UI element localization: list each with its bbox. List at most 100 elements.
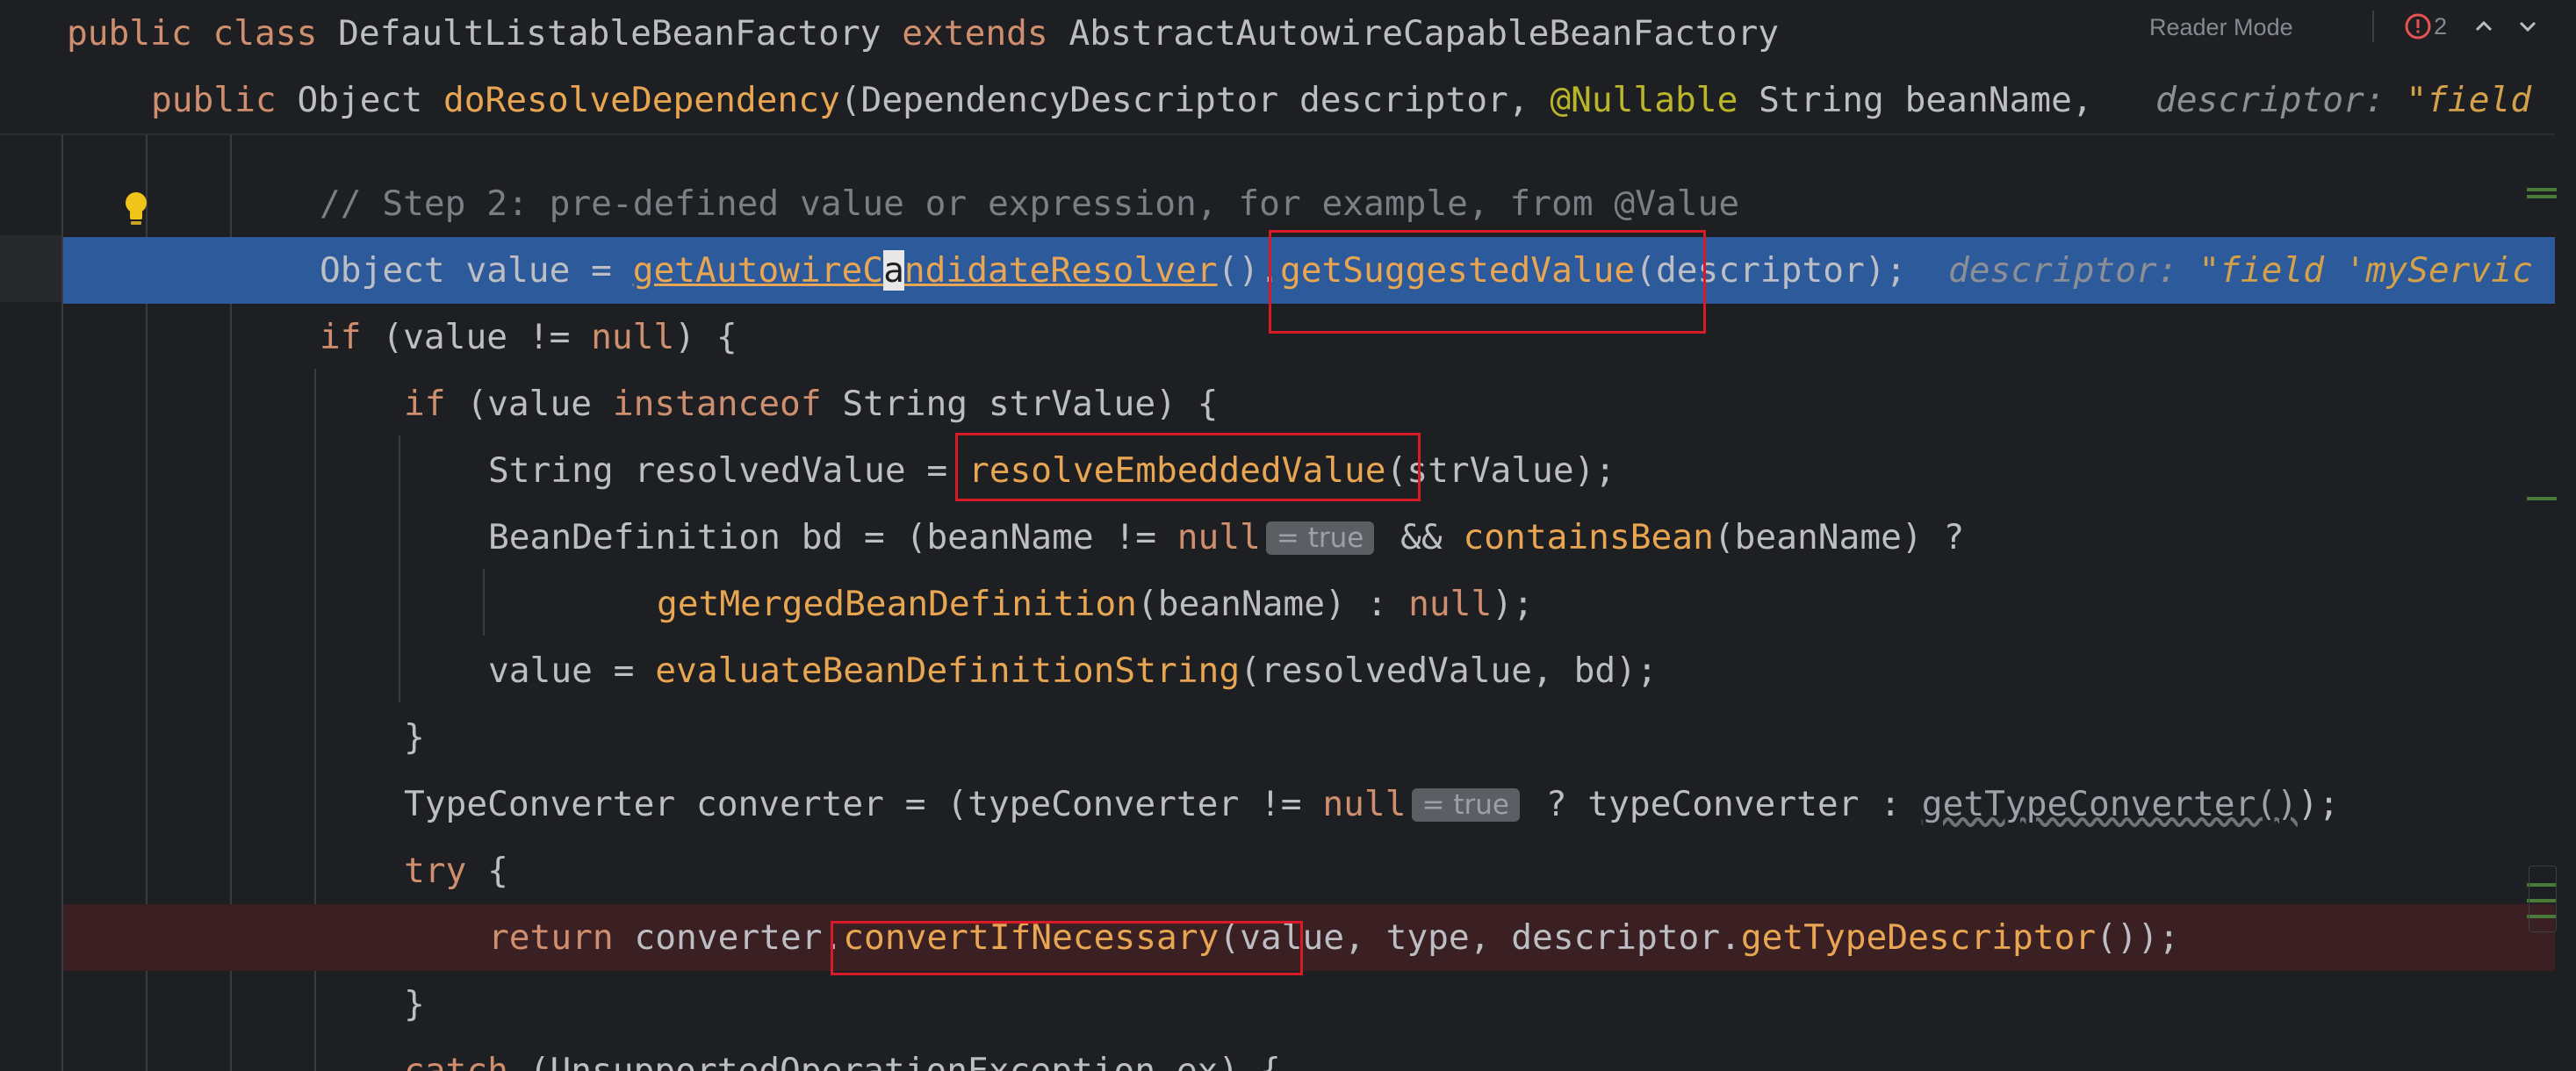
code-text: (DependencyDescriptor descriptor,: [839, 80, 1551, 120]
inline-value-chip: = true: [1411, 788, 1520, 822]
code-text: (UnsupportedOperationException ex) {: [507, 1051, 1281, 1071]
keyword: return: [488, 917, 614, 958]
inline-hint-value: "field 'myServic: [2198, 250, 2533, 291]
keyword: null: [1322, 784, 1407, 824]
code-line-text: try {: [404, 837, 508, 904]
keyword: null: [1408, 584, 1493, 624]
lightbulb-icon[interactable]: [121, 190, 151, 228]
method-call[interactable]: ndidateResolver: [904, 250, 1218, 291]
code-line-text: if (value != null) {: [320, 304, 738, 370]
toolbar-divider: [2372, 11, 2374, 42]
code-text: String resolvedValue =: [488, 450, 968, 491]
code-line-text: }: [404, 704, 425, 771]
inline-hint-value: "field: [2406, 80, 2532, 120]
method-call[interactable]: getAutowireC: [633, 250, 883, 291]
code-text: (): [1217, 250, 1260, 291]
code-text: (beanName) ?: [1713, 517, 1965, 557]
method-call[interactable]: getMergedBeanDefinition: [657, 584, 1137, 624]
keyword: public: [151, 80, 277, 120]
error-count[interactable]: 2: [2434, 12, 2447, 40]
chevron-up-icon[interactable]: [2471, 13, 2497, 40]
code-text: String strValue) {: [821, 384, 1219, 424]
code-line[interactable]: value = evaluateBeanDefinitionString(res…: [0, 637, 2576, 704]
code-text: BeanDefinition bd = (beanName !=: [488, 517, 1177, 557]
code-text: (beanName) :: [1136, 584, 1409, 624]
method-name: doResolveDependency: [443, 80, 840, 120]
code-line[interactable]: getMergedBeanDefinition(beanName) : null…: [0, 571, 2576, 637]
keyword: class: [212, 13, 318, 54]
reader-mode-button[interactable]: Reader Mode: [2149, 14, 2293, 40]
code-text: String beanName,: [1738, 80, 2093, 120]
method-call[interactable]: containsBean: [1463, 517, 1713, 557]
code-text: ) {: [674, 317, 738, 357]
keyword: try: [404, 851, 467, 891]
code-line-text: return converter.convertIfNecessary(valu…: [488, 904, 2179, 971]
sticky-method-code: public Object doResolveDependency(Depend…: [151, 67, 2531, 133]
keyword: catch: [404, 1051, 508, 1071]
change-marker[interactable]: [2527, 497, 2557, 500]
code-text: }: [404, 984, 425, 1024]
code-text: converter: [613, 917, 823, 958]
code-line-text: // Step 2: pre-defined value or expressi…: [320, 170, 1739, 237]
code-line-text: if (value instanceof String strValue) {: [404, 370, 1218, 437]
code-line[interactable]: if (value instanceof String strValue) {: [0, 370, 2576, 437]
text-cursor: a: [883, 250, 904, 291]
scrollbar-thumb[interactable]: [2529, 866, 2557, 932]
code-text: Object: [276, 80, 443, 120]
keyword: extends: [902, 13, 1048, 54]
code-text: value =: [488, 651, 656, 691]
code-text: (value !=: [361, 317, 592, 357]
change-marker[interactable]: [2527, 195, 2557, 198]
code-text: );: [2297, 784, 2340, 824]
code-text: TypeConverter converter = (typeConverter…: [404, 784, 1323, 824]
change-marker[interactable]: [2527, 188, 2557, 191]
code-line-text: TypeConverter converter = (typeConverter…: [404, 771, 2339, 837]
method-call[interactable]: getTypeDescriptor: [1741, 917, 2096, 958]
class-name: DefaultListableBeanFactory: [317, 13, 903, 54]
code-comment: // Step 2: pre-defined value or expressi…: [320, 183, 1740, 224]
chevron-down-icon[interactable]: [2515, 13, 2541, 40]
inline-value-chip: = true: [1265, 521, 1375, 555]
breakpoint-line[interactable]: return converter.convertIfNecessary(valu…: [63, 904, 2555, 971]
parent-class-name: AbstractAutowireCapableBeanFactory: [1047, 13, 1780, 54]
code-line-text: catch (UnsupportedOperationException ex)…: [404, 1038, 1281, 1071]
code-text: Object value =: [320, 250, 633, 291]
code-line[interactable]: }: [0, 704, 2576, 771]
code-line-text: getMergedBeanDefinition(beanName) : null…: [657, 571, 1534, 637]
highlight-box: [1269, 230, 1706, 334]
sticky-separator: [0, 133, 2576, 135]
code-line[interactable]: TypeConverter converter = (typeConverter…: [0, 771, 2576, 837]
code-text: (value: [445, 384, 613, 424]
code-text: }: [404, 717, 425, 758]
keyword: instanceof: [612, 384, 822, 424]
code-line-text: }: [404, 971, 425, 1038]
error-stripe[interactable]: [2555, 0, 2576, 1071]
error-circle-icon[interactable]: [2404, 12, 2432, 40]
code-text: (resolvedValue, bd);: [1240, 651, 1658, 691]
keyword: public: [67, 13, 192, 54]
code-text: ? typeConverter :: [1524, 784, 1922, 824]
inline-hint-label: descriptor:: [2155, 80, 2407, 120]
code-text: );: [1492, 584, 1534, 624]
keyword: if: [404, 384, 446, 424]
code-text: ());: [2096, 917, 2180, 958]
sticky-class-code: public class DefaultListableBeanFactory …: [67, 0, 1779, 67]
code-line[interactable]: try {: [0, 837, 2576, 904]
inline-hint-label: descriptor:: [1947, 250, 2199, 291]
code-line-text: value = evaluateBeanDefinitionString(res…: [488, 637, 1658, 704]
code-editor[interactable]: public class DefaultListableBeanFactory …: [0, 0, 2576, 1071]
keyword: if: [320, 317, 362, 357]
annotation: @Nullable: [1550, 80, 1738, 120]
code-line[interactable]: BeanDefinition bd = (beanName != null = t…: [0, 504, 2576, 571]
method-call[interactable]: evaluateBeanDefinitionString: [655, 651, 1240, 691]
method-call[interactable]: getTypeConverter(): [1922, 784, 2298, 824]
code-text: &&: [1379, 517, 1464, 557]
gutter-current-line: [0, 235, 63, 302]
code-line-comment[interactable]: // Step 2: pre-defined value or expressi…: [0, 170, 2576, 237]
code-text: {: [466, 851, 508, 891]
code-line[interactable]: }: [0, 971, 2576, 1038]
sticky-header-method[interactable]: public Object doResolveDependency(Depend…: [0, 67, 2576, 133]
code-line[interactable]: catch (UnsupportedOperationException ex)…: [0, 1038, 2576, 1071]
highlight-box: [831, 921, 1303, 975]
highlight-box: [955, 433, 1421, 501]
